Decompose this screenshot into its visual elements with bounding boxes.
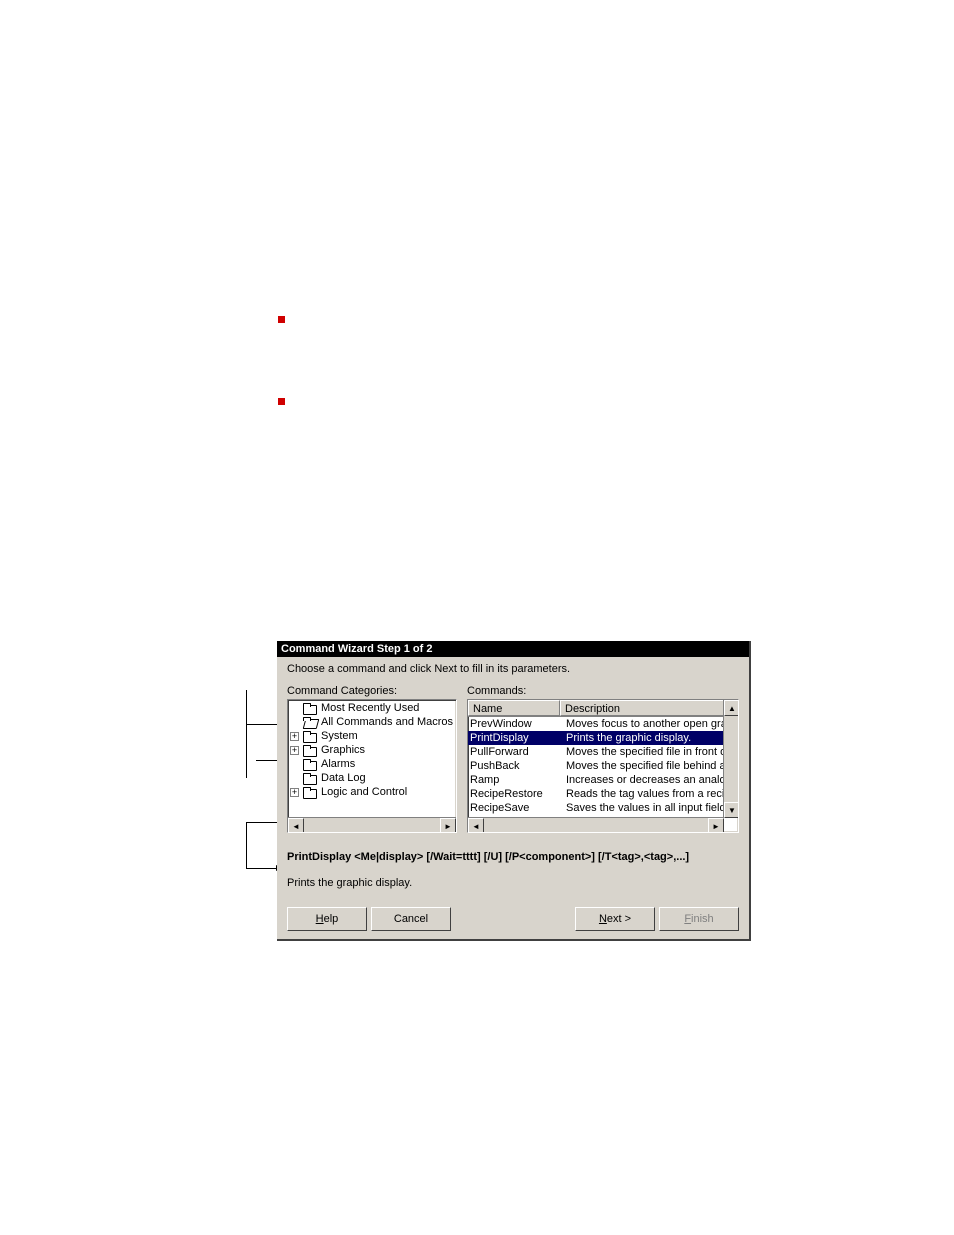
- finish-button: Finish: [659, 907, 739, 931]
- folder-icon: [303, 703, 317, 714]
- categories-tree[interactable]: Most Recently Used All Commands and Macr…: [287, 699, 457, 833]
- tree-item-label: Data Log: [321, 771, 366, 785]
- folder-icon: [303, 759, 317, 770]
- tree-item-label: Most Recently Used: [321, 701, 419, 715]
- command-row[interactable]: PrintDisplayPrints the graphic display.: [468, 731, 724, 745]
- scroll-left-icon[interactable]: ◄: [468, 818, 484, 833]
- commands-vscrollbar[interactable]: ▲ ▼: [723, 700, 738, 818]
- command-desc: Prints the graphic display.: [562, 731, 724, 745]
- commands-header: Name Description: [468, 700, 738, 717]
- command-name: RecipeRestore: [468, 787, 562, 801]
- tree-item-all-commands[interactable]: All Commands and Macros: [290, 715, 456, 729]
- expand-icon[interactable]: +: [290, 746, 299, 755]
- callout-line: [246, 690, 247, 778]
- folder-icon: [303, 773, 317, 784]
- tree-item-graphics[interactable]: + Graphics: [290, 743, 456, 757]
- command-name: RecipeSave: [468, 801, 562, 815]
- help-button[interactable]: Help: [287, 907, 367, 931]
- tree-item-data-log[interactable]: Data Log: [290, 771, 456, 785]
- tree-item-label: Graphics: [321, 743, 365, 757]
- command-description: Prints the graphic display.: [287, 877, 739, 889]
- command-desc: Moves the specified file behind all ot: [562, 759, 724, 773]
- next-button[interactable]: Next >: [575, 907, 655, 931]
- callout-line: [246, 868, 276, 869]
- command-row[interactable]: PushBackMoves the specified file behind …: [468, 759, 724, 773]
- scroll-right-icon[interactable]: ►: [708, 818, 724, 833]
- scroll-right-icon[interactable]: ►: [440, 818, 456, 833]
- folder-icon: [303, 745, 317, 756]
- scroll-up-icon[interactable]: ▲: [724, 700, 739, 716]
- dialog-title: Command Wizard Step 1 of 2: [277, 641, 749, 657]
- tree-item-system[interactable]: + System: [290, 729, 456, 743]
- command-row[interactable]: RecipeRestoreReads the tag values from a…: [468, 787, 724, 801]
- tree-item-alarms[interactable]: Alarms: [290, 757, 456, 771]
- tree-item-logic-and-control[interactable]: + Logic and Control: [290, 785, 456, 799]
- folder-icon: [303, 787, 317, 798]
- command-desc: Increases or decreases an analog ta: [562, 773, 724, 787]
- commands-hscrollbar[interactable]: ◄ ►: [468, 817, 724, 832]
- tree-item-label: Logic and Control: [321, 785, 407, 799]
- commands-label: Commands:: [467, 685, 739, 697]
- command-row[interactable]: PullForwardMoves the specified file in f…: [468, 745, 724, 759]
- expand-icon[interactable]: +: [290, 732, 299, 741]
- expand-icon[interactable]: +: [290, 788, 299, 797]
- tree-item-most-recently-used[interactable]: Most Recently Used: [290, 701, 456, 715]
- command-wizard-dialog: Command Wizard Step 1 of 2 Choose a comm…: [277, 641, 751, 941]
- command-name: Ramp: [468, 773, 562, 787]
- folder-open-icon: [303, 717, 317, 728]
- column-header-description[interactable]: Description: [560, 700, 738, 716]
- bullet-icon: [278, 316, 285, 323]
- tree-item-label: Alarms: [321, 757, 355, 771]
- tree-item-label: System: [321, 729, 358, 743]
- command-row[interactable]: RampIncreases or decreases an analog ta: [468, 773, 724, 787]
- tree-hscrollbar[interactable]: ◄ ►: [288, 817, 456, 832]
- command-name: PushBack: [468, 759, 562, 773]
- cancel-button[interactable]: Cancel: [371, 907, 451, 931]
- command-desc: Moves focus to another open graphi: [562, 717, 724, 731]
- categories-label: Command Categories:: [287, 685, 457, 697]
- scroll-down-icon[interactable]: ▼: [724, 802, 739, 818]
- command-name: PrevWindow: [468, 717, 562, 731]
- command-name: PullForward: [468, 745, 562, 759]
- commands-list[interactable]: Name Description PrevWindowMoves focus t…: [467, 699, 739, 833]
- folder-icon: [303, 731, 317, 742]
- command-name: PrintDisplay: [468, 731, 562, 745]
- dialog-instruction: Choose a command and click Next to fill …: [287, 663, 739, 675]
- scroll-left-icon[interactable]: ◄: [288, 818, 304, 833]
- command-syntax: PrintDisplay <Me|display> [/Wait=tttt] […: [287, 851, 739, 863]
- command-desc: Saves the values in all input fields of: [562, 801, 724, 815]
- bullet-icon: [278, 398, 285, 405]
- command-desc: Reads the tag values from a recipe f: [562, 787, 724, 801]
- callout-line: [246, 822, 247, 868]
- command-desc: Moves the specified file in front of all: [562, 745, 724, 759]
- tree-item-label: All Commands and Macros: [321, 715, 453, 729]
- command-row[interactable]: PrevWindowMoves focus to another open gr…: [468, 717, 724, 731]
- column-header-name[interactable]: Name: [468, 700, 560, 716]
- command-row[interactable]: RecipeSaveSaves the values in all input …: [468, 801, 724, 815]
